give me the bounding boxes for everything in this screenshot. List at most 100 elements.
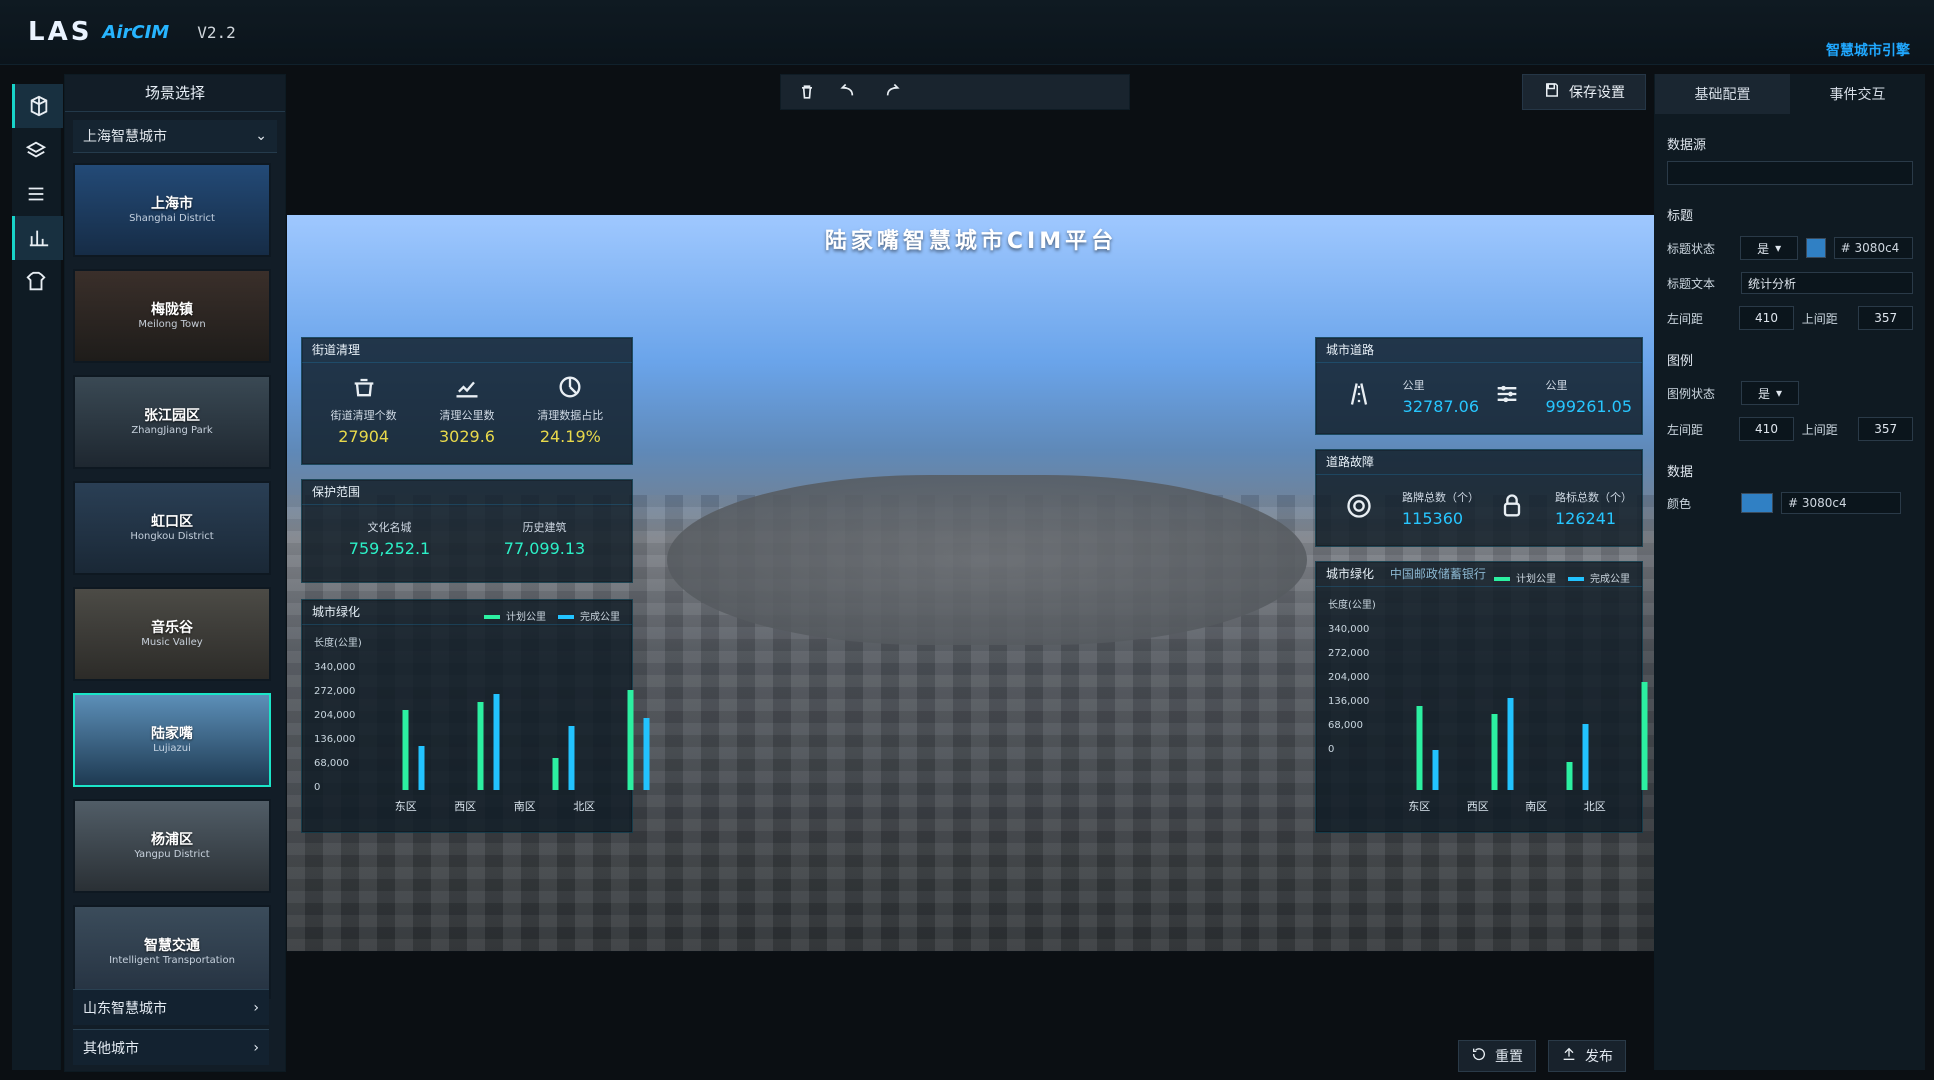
select-value: 是 <box>1757 386 1770 401</box>
title-color-swatch[interactable] <box>1805 238 1826 258</box>
data-color-row: 颜色 # 3080c4 <box>1667 492 1913 514</box>
y-tick: 272,000 <box>314 686 356 697</box>
title-top-input[interactable]: 357 <box>1858 306 1913 330</box>
scene-thumb-label: 上海市 <box>151 196 193 212</box>
y-tick: 68,000 <box>1328 720 1363 731</box>
scene-thumb-music-valley[interactable]: 音乐谷 Music Valley <box>73 587 271 681</box>
bar-chart-right <box>1416 682 1648 790</box>
title-margins-row: 左间距 410 上间距 357 <box>1667 306 1913 330</box>
scene-thumb-sub: Meilong Town <box>138 319 206 330</box>
chevron-down-icon: ⌄ <box>255 128 267 144</box>
kpi-label: 公里 <box>1545 379 1568 392</box>
bar-南区-完成公里 <box>568 726 575 790</box>
data-color-hex[interactable]: # 3080c4 <box>1781 492 1901 514</box>
kpi-value: 24.19% <box>539 427 601 446</box>
legend-left-input[interactable]: 410 <box>1739 417 1794 441</box>
kpi-value: 32787.06 <box>1402 397 1479 416</box>
kpi-label: 公里 <box>1402 379 1425 392</box>
label-color: 颜色 <box>1667 496 1692 511</box>
trash-icon[interactable] <box>795 80 819 104</box>
card-protect-area: 保护范围 文化名城 759,252.1 历史建筑 77,099.13 <box>301 479 633 583</box>
scene-thumb-label: 张江园区 <box>144 408 200 424</box>
label-top-margin: 上间距 <box>1801 311 1838 326</box>
scene-thumb-lujiazui[interactable]: 陆家嘴 Lujiazui <box>73 693 271 787</box>
chevron-right-icon: › <box>253 999 259 1016</box>
undo-icon[interactable] <box>837 80 861 104</box>
chart-legend: 计划公里 完成公里 <box>484 608 620 623</box>
y-tick: 136,000 <box>1328 696 1370 707</box>
sliders-icon <box>1493 380 1521 408</box>
upload-icon <box>1561 1046 1577 1066</box>
publish-button[interactable]: 发布 <box>1548 1040 1626 1072</box>
y-tick: 204,000 <box>1328 672 1370 683</box>
bar-北区-计划公里 <box>1641 682 1648 790</box>
scene-thumb-zhangjiang[interactable]: 张江园区 ZhangJiang Park <box>73 375 271 469</box>
title-color-hex[interactable]: # 3080c4 <box>1833 237 1913 259</box>
bar-南区-完成公里 <box>1582 724 1589 790</box>
scene-thumb-meilong[interactable]: 梅陇镇 Meilong Town <box>73 269 271 363</box>
logo-aircim-text: AirCIM <box>102 21 170 43</box>
scene-group-shanghai[interactable]: 上海智慧城市 ⌄ <box>73 120 277 153</box>
road-icon <box>1345 380 1373 408</box>
card-title-text: 城市绿化 <box>1326 567 1375 581</box>
data-color-swatch[interactable] <box>1741 493 1773 513</box>
chart-icon[interactable] <box>12 216 63 260</box>
title-left-input[interactable]: 410 <box>1739 306 1794 330</box>
reset-button[interactable]: 重置 <box>1458 1040 1536 1072</box>
legend-top-input[interactable]: 357 <box>1858 417 1913 441</box>
scene-thumb-label: 杨浦区 <box>151 832 193 848</box>
kpi: 历史建筑 77,099.13 <box>467 513 622 558</box>
title-text-input[interactable]: 统计分析 <box>1741 272 1913 294</box>
scene-group-shandong[interactable]: 山东智慧城市 › <box>73 989 269 1025</box>
bar-chart-left <box>402 690 650 790</box>
bar-西区-计划公里 <box>1491 714 1498 790</box>
x-tick: 北区 <box>1583 800 1606 813</box>
kpi: 公里 32787.06 <box>1326 371 1479 416</box>
x-ticks: 东区 西区 南区 北区 <box>376 798 614 814</box>
x-ticks: 东区 西区 南区 北区 <box>1390 798 1624 814</box>
shirt-icon[interactable] <box>12 260 60 304</box>
section-data: 数据 <box>1667 465 1694 480</box>
scene-panel: 场景选择 上海智慧城市 ⌄ 上海市 Shanghai District 梅陇镇 … <box>64 74 286 1072</box>
legend-status-row: 图例状态 是 ▾ <box>1667 381 1913 405</box>
logo-las-text: LAS <box>28 17 93 47</box>
bar-北区-完成公里 <box>643 718 650 790</box>
scene-thumb-sub: Music Valley <box>141 637 203 648</box>
cube-icon[interactable] <box>12 84 63 128</box>
list-icon[interactable] <box>12 172 60 216</box>
scene-thumb-sub: Intelligent Transportation <box>109 955 235 966</box>
chevron-right-icon: › <box>253 1039 259 1056</box>
scene-thumb-hongkou[interactable]: 虹口区 Hongkou District <box>73 481 271 575</box>
tab-basic-config[interactable]: 基础配置 <box>1655 74 1790 114</box>
datasource-input[interactable] <box>1667 161 1913 185</box>
save-settings-button[interactable]: 保存设置 <box>1522 74 1646 110</box>
chevron-down-icon: ▾ <box>1775 241 1782 255</box>
scene-thumb-yangpu[interactable]: 杨浦区 Yangpu District <box>73 799 271 893</box>
kpi: 清理公里数 3029.6 <box>416 373 518 446</box>
scene-thumb-shanghai[interactable]: 上海市 Shanghai District <box>73 163 271 257</box>
title-status-select[interactable]: 是 ▾ <box>1740 236 1798 260</box>
left-icon-rail <box>12 84 63 1070</box>
logo: LAS AirCIM V2.2 <box>28 14 236 50</box>
title-text-row: 标题文本 统计分析 <box>1667 272 1913 294</box>
scene-thumb-sub: Yangpu District <box>134 849 210 860</box>
tab-event-interaction[interactable]: 事件交互 <box>1790 74 1925 114</box>
scene-thumb-sub: Hongkou District <box>130 531 214 542</box>
scene-group-others[interactable]: 其他城市 › <box>73 1029 269 1065</box>
scene-thumb-intelligent-transport[interactable]: 智慧交通 Intelligent Transportation <box>73 905 271 999</box>
canvas-title: 陆家嘴智慧城市CIM平台 <box>824 229 1118 254</box>
layers-icon[interactable] <box>12 128 60 172</box>
y-tick: 340,000 <box>314 662 356 673</box>
river <box>667 475 1307 645</box>
reset-label: 重置 <box>1495 1049 1523 1065</box>
refresh-icon <box>1471 1046 1487 1066</box>
config-panel: 基础配置 事件交互 数据源 标题 标题状态 是 ▾ # 3080c4 标题文本 … <box>1654 74 1925 1070</box>
kpi-label: 街道清理个数 <box>330 409 397 422</box>
redo-icon[interactable] <box>879 80 903 104</box>
bar-东区-完成公里 <box>1432 750 1439 790</box>
kpi-value: 77,099.13 <box>503 539 586 558</box>
bar-南区-计划公里 <box>1566 762 1573 790</box>
bar-东区-完成公里 <box>418 746 425 790</box>
legend-status-select[interactable]: 是 ▾ <box>1741 381 1799 405</box>
scene-thumb-label: 陆家嘴 <box>151 726 193 742</box>
